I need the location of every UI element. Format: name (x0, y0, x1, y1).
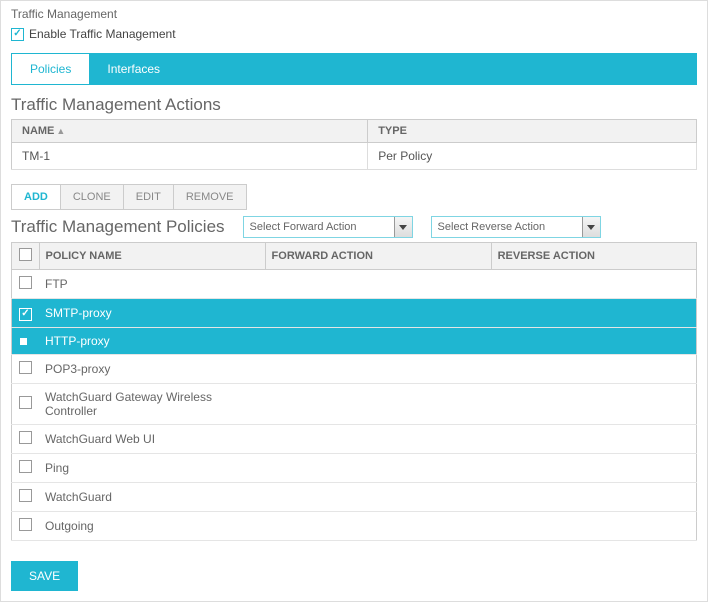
forward-action-cell (265, 299, 491, 328)
policy-name-cell: Outgoing (39, 511, 265, 540)
policy-name-cell: WatchGuard Web UI (39, 424, 265, 453)
enable-row: Enable Traffic Management (11, 27, 697, 41)
select-all-header[interactable] (12, 243, 40, 270)
table-row[interactable]: WatchGuard Gateway Wireless Controller (12, 383, 697, 424)
forward-action-cell (265, 482, 491, 511)
col-forward-action[interactable]: FORWARD ACTION (265, 243, 491, 270)
forward-action-cell (265, 424, 491, 453)
select-all-checkbox[interactable] (19, 248, 32, 261)
reverse-action-cell (491, 453, 696, 482)
policy-name-cell: WatchGuard (39, 482, 265, 511)
col-reverse-action[interactable]: REVERSE ACTION (491, 243, 696, 270)
table-row[interactable]: WatchGuard Web UI (12, 424, 697, 453)
table-row[interactable]: POP3-proxy (12, 354, 697, 383)
forward-action-select[interactable]: Select Forward Action (243, 216, 413, 238)
policy-name-cell: WatchGuard Gateway Wireless Controller (39, 383, 265, 424)
policy-name-cell: SMTP-proxy (39, 299, 265, 328)
reverse-action-cell (491, 383, 696, 424)
actions-title: Traffic Management Actions (11, 95, 697, 115)
toolbar: ADD CLONE EDIT REMOVE (11, 184, 247, 210)
tabs: Policies Interfaces (11, 53, 697, 85)
row-checkbox-cell (12, 299, 40, 328)
policy-name-cell: POP3-proxy (39, 354, 265, 383)
action-type: Per Policy (368, 143, 697, 170)
col-type[interactable]: TYPE (368, 120, 697, 143)
row-checkbox[interactable] (19, 460, 32, 473)
actions-row[interactable]: TM-1 Per Policy (12, 143, 697, 170)
reverse-action-cell (491, 354, 696, 383)
reverse-action-cell (491, 482, 696, 511)
chevron-down-icon[interactable] (582, 217, 600, 237)
policy-name-cell: FTP (39, 270, 265, 299)
page-title: Traffic Management (11, 7, 697, 21)
forward-action-cell (265, 270, 491, 299)
remove-button[interactable]: REMOVE (174, 185, 246, 209)
reverse-action-cell (491, 270, 696, 299)
save-button[interactable]: SAVE (11, 561, 78, 591)
col-policy-name[interactable]: POLICY NAME (39, 243, 265, 270)
policies-title: Traffic Management Policies (11, 217, 225, 237)
row-checkbox-cell (12, 383, 40, 424)
row-checkbox-cell (12, 453, 40, 482)
row-checkbox[interactable] (19, 396, 32, 409)
table-row[interactable]: SMTP-proxy (12, 299, 697, 328)
policies-table: POLICY NAME FORWARD ACTION REVERSE ACTIO… (11, 242, 697, 541)
sort-icon: ▲ (56, 126, 65, 136)
row-checkbox-cell (12, 354, 40, 383)
table-row[interactable]: HTTP-proxy (12, 327, 697, 354)
row-checkbox-cell (12, 511, 40, 540)
reverse-action-select[interactable]: Select Reverse Action (431, 216, 601, 238)
col-name[interactable]: NAME▲ (12, 120, 368, 143)
forward-action-cell (265, 511, 491, 540)
forward-action-cell (265, 327, 491, 354)
reverse-action-text: Select Reverse Action (432, 221, 582, 233)
reverse-action-cell (491, 424, 696, 453)
row-checkbox-cell (12, 327, 40, 354)
policy-name-cell: Ping (39, 453, 265, 482)
chevron-down-icon[interactable] (394, 217, 412, 237)
row-checkbox-cell (12, 270, 40, 299)
actions-table: NAME▲ TYPE TM-1 Per Policy (11, 119, 697, 170)
edit-button[interactable]: EDIT (124, 185, 174, 209)
forward-action-text: Select Forward Action (244, 221, 394, 233)
enable-checkbox[interactable] (11, 28, 24, 41)
tab-interfaces[interactable]: Interfaces (89, 54, 178, 84)
row-checkbox[interactable] (19, 308, 32, 321)
table-row[interactable]: Outgoing (12, 511, 697, 540)
policy-icon (18, 336, 29, 347)
action-name: TM-1 (12, 143, 368, 170)
row-checkbox[interactable] (19, 489, 32, 502)
clone-button[interactable]: CLONE (61, 185, 124, 209)
add-button[interactable]: ADD (12, 185, 61, 209)
row-checkbox-cell (12, 482, 40, 511)
row-checkbox[interactable] (19, 361, 32, 374)
reverse-action-cell (491, 327, 696, 354)
row-checkbox[interactable] (19, 276, 32, 289)
row-checkbox[interactable] (19, 431, 32, 444)
forward-action-cell (265, 354, 491, 383)
table-row[interactable]: Ping (12, 453, 697, 482)
forward-action-cell (265, 453, 491, 482)
tab-policies[interactable]: Policies (12, 54, 89, 84)
reverse-action-cell (491, 299, 696, 328)
reverse-action-cell (491, 511, 696, 540)
enable-label: Enable Traffic Management (29, 27, 176, 41)
forward-action-cell (265, 383, 491, 424)
table-row[interactable]: FTP (12, 270, 697, 299)
table-row[interactable]: WatchGuard (12, 482, 697, 511)
policy-name-cell: HTTP-proxy (39, 327, 265, 354)
row-checkbox-cell (12, 424, 40, 453)
